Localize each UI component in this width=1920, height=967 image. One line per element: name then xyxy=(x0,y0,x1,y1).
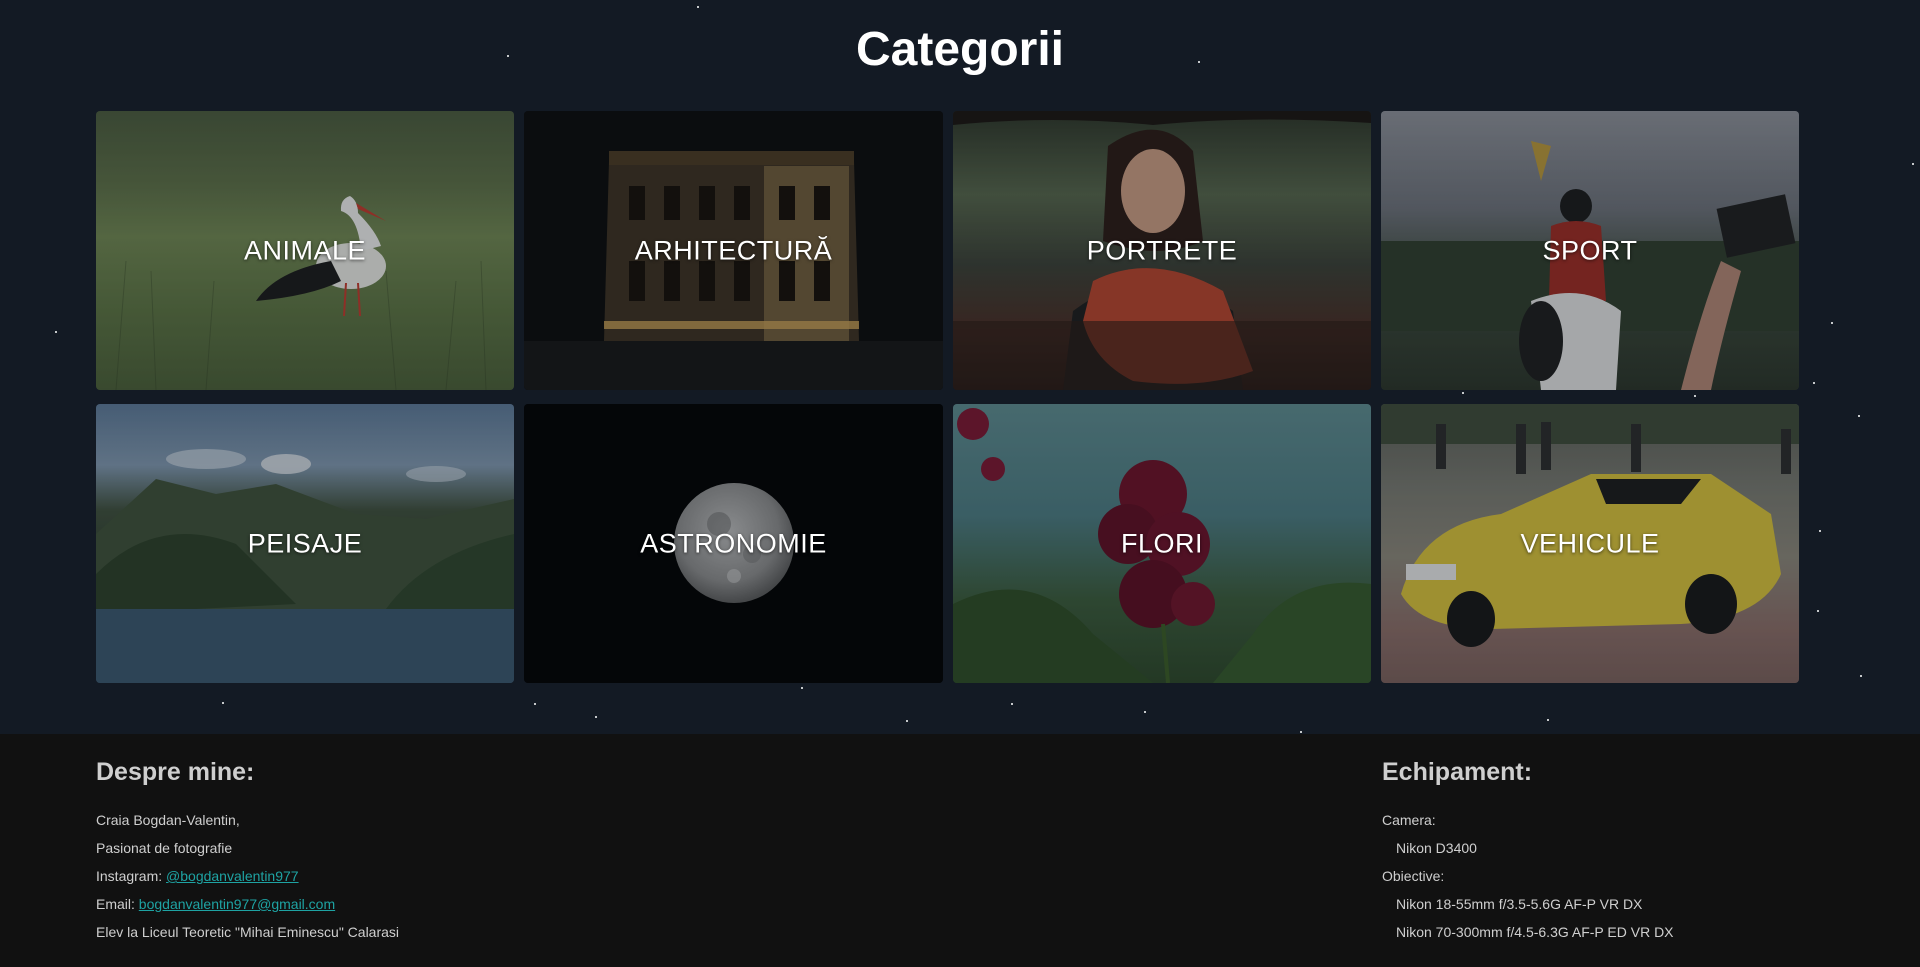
star xyxy=(1831,322,1833,324)
footer: Despre mine: Craia Bogdan-Valentin, Pasi… xyxy=(0,734,1920,967)
category-label: FLORI xyxy=(1120,528,1203,558)
star xyxy=(595,716,597,718)
about-heading: Despre mine: xyxy=(96,758,255,786)
instagram-label: Instagram: xyxy=(96,868,163,884)
star xyxy=(1858,415,1860,417)
star xyxy=(1813,382,1815,384)
equipment-section: Echipament: Camera: Nikon D3400 Obiectiv… xyxy=(1382,758,1674,946)
instagram-link[interactable]: @bogdanvalentin977 xyxy=(166,868,299,884)
lens-item: Nikon 18-55mm f/3.5-5.6G AF-P VR DX xyxy=(1396,896,1643,912)
about-name: Craia Bogdan-Valentin, xyxy=(96,812,240,828)
star xyxy=(222,702,224,704)
star xyxy=(906,720,908,722)
star xyxy=(1300,731,1302,733)
page-title: Categorii xyxy=(855,23,1065,76)
star xyxy=(1547,719,1549,721)
star xyxy=(55,331,57,333)
category-grid: ANIMALE ARHITECTURĂ PORTRETE SPORT PEISA… xyxy=(96,111,1800,683)
star xyxy=(1144,711,1146,713)
about-section: Despre mine: Craia Bogdan-Valentin, Pasi… xyxy=(96,758,399,946)
star xyxy=(1817,610,1819,612)
about-passion: Pasionat de fotografie xyxy=(96,840,233,856)
category-card-animale[interactable]: ANIMALE xyxy=(96,111,514,390)
star xyxy=(1860,675,1862,677)
category-label: PORTRETE xyxy=(1086,235,1238,265)
about-instagram: Instagram: @bogdanvalentin977 xyxy=(96,862,399,890)
star xyxy=(534,703,536,705)
lenses-label: Obiective: xyxy=(1382,868,1445,884)
category-card-vehicule[interactable]: VEHICULE xyxy=(1381,404,1799,683)
category-card-astronomie[interactable]: ASTRONOMIE xyxy=(524,404,943,683)
category-label: ANIMALE xyxy=(243,235,367,265)
category-label: SPORT xyxy=(1542,235,1638,265)
email-link[interactable]: bogdanvalentin977@gmail.com xyxy=(139,896,335,912)
star xyxy=(1011,703,1013,705)
camera-model: Nikon D3400 xyxy=(1396,840,1477,856)
email-label: Email: xyxy=(96,896,135,912)
category-label: VEHICULE xyxy=(1520,528,1660,558)
star xyxy=(1819,530,1821,532)
category-card-flori[interactable]: FLORI xyxy=(953,404,1371,683)
category-card-peisaje[interactable]: PEISAJE xyxy=(96,404,514,683)
category-label: ASTRONOMIE xyxy=(640,528,827,558)
category-label: ARHITECTURĂ xyxy=(634,235,833,265)
star xyxy=(801,687,803,689)
equipment-heading: Echipament: xyxy=(1382,758,1533,786)
about-school: Elev la Liceul Teoretic "Mihai Eminescu"… xyxy=(96,924,400,940)
category-card-sport[interactable]: SPORT xyxy=(1381,111,1799,390)
category-card-portrete[interactable]: PORTRETE xyxy=(953,111,1371,390)
camera-label: Camera: xyxy=(1382,812,1436,828)
about-email: Email: bogdanvalentin977@gmail.com xyxy=(96,890,399,918)
lens-item: Nikon 70-300mm f/4.5-6.3G AF-P ED VR DX xyxy=(1396,924,1674,940)
star xyxy=(697,6,699,8)
category-card-arhitectura[interactable]: ARHITECTURĂ xyxy=(524,111,943,390)
star xyxy=(1912,163,1914,165)
category-label: PEISAJE xyxy=(247,528,363,558)
